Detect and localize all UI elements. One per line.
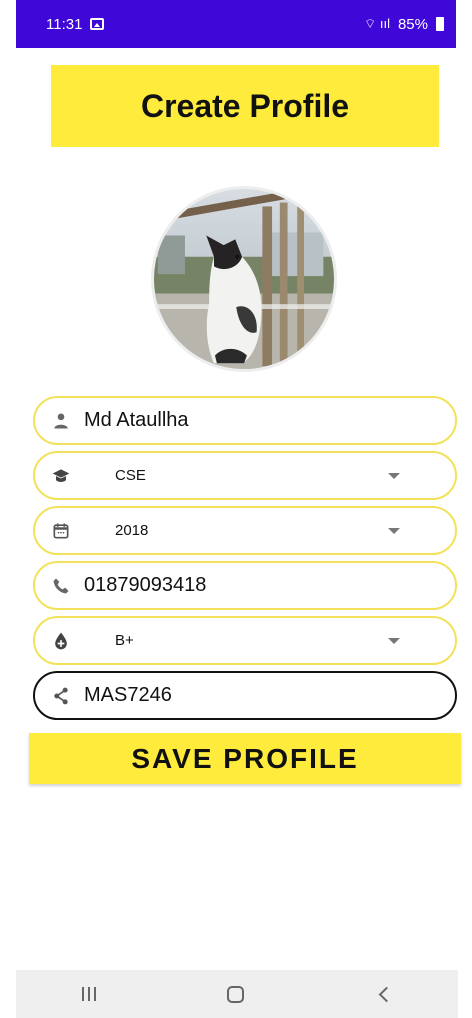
calendar-icon [51, 521, 71, 541]
status-right: ⌔ ııl 85% [364, 16, 444, 33]
page-title: Create Profile [140, 87, 350, 124]
chevron-down-icon[interactable] [388, 637, 400, 644]
phone-field[interactable]: 01879093418 [33, 561, 457, 610]
battery-icon [436, 17, 444, 31]
save-profile-button[interactable]: SAVE PROFILE [29, 733, 461, 784]
blood-drop-icon [51, 631, 71, 651]
department-select[interactable]: CSE [33, 451, 457, 500]
share-code-field[interactable]: MAS7246 [33, 671, 457, 720]
name-value: Md Ataullha [84, 409, 189, 431]
gallery-icon [90, 18, 105, 30]
blood-group-value: B+ [115, 632, 134, 649]
name-field[interactable]: Md Ataullha [33, 396, 457, 445]
status-time: 11:31 [46, 15, 83, 33]
navigation-bar [16, 970, 458, 1018]
title-banner: Create Profile [51, 65, 439, 147]
phone-icon [51, 576, 71, 596]
year-select[interactable]: 2018 [33, 506, 457, 555]
department-value: CSE [115, 467, 146, 484]
status-bar: 11:31 ⌔ ııl 85% [16, 0, 456, 48]
person-icon [51, 411, 71, 431]
chevron-down-icon[interactable] [388, 472, 400, 479]
chevron-down-icon[interactable] [388, 527, 400, 534]
back-icon[interactable] [378, 986, 395, 1002]
profile-avatar[interactable] [151, 186, 337, 372]
battery-percentage: 85% [397, 15, 428, 33]
home-icon[interactable] [227, 985, 245, 1003]
share-code-value: MAS7246 [84, 684, 172, 706]
recent-apps-icon[interactable] [81, 987, 96, 1001]
share-icon [51, 686, 71, 706]
blood-group-select[interactable]: B+ [33, 616, 457, 665]
wifi-signal-icon: ⌔ ııl [364, 16, 390, 31]
save-profile-label: SAVE PROFILE [131, 742, 359, 774]
graduation-cap-icon [51, 466, 71, 486]
cat-photo-image [154, 189, 334, 369]
year-value: 2018 [115, 522, 149, 539]
status-left: 11:31 [46, 15, 105, 33]
phone-value: 01879093418 [84, 574, 207, 596]
